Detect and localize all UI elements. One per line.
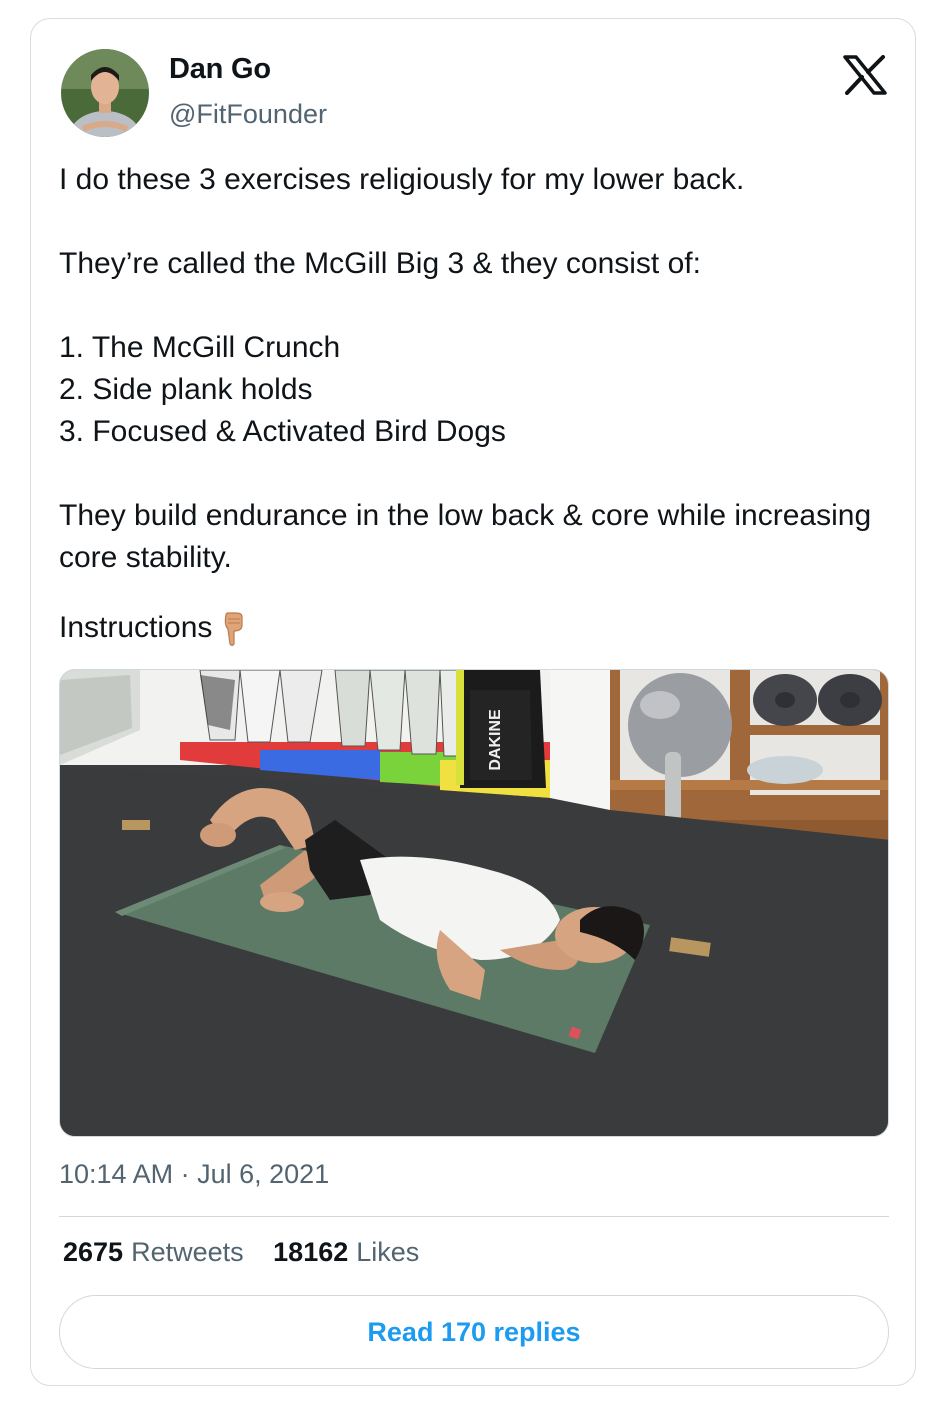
- retweets-label: Retweets: [131, 1237, 244, 1267]
- avatar-photo: [61, 49, 149, 137]
- tweet-line: 2. Side plank holds: [59, 373, 313, 406]
- tweet-time: 10:14 AM: [59, 1159, 174, 1189]
- tweet-line: They’re called the McGill Big 3 & they c…: [59, 247, 701, 280]
- tweet-line: 3. Focused & Activated Bird Dogs: [59, 415, 506, 448]
- read-replies-button[interactable]: Read 170 replies: [59, 1295, 889, 1369]
- likes-stat[interactable]: 18162 Likes: [273, 1237, 419, 1268]
- author-handle[interactable]: @FitFounder: [169, 99, 327, 130]
- author-display-name[interactable]: Dan Go: [169, 53, 271, 86]
- tweet-date: Jul 6, 2021: [197, 1159, 330, 1189]
- likes-label: Likes: [356, 1237, 420, 1267]
- retweets-count: 2675: [63, 1237, 124, 1267]
- video-thumbnail[interactable]: DAKINE: [59, 669, 889, 1137]
- bag-logo-text: DAKINE: [487, 709, 504, 771]
- tweet-timestamp[interactable]: 10:14 AM · Jul 6, 2021: [59, 1159, 329, 1190]
- backhand-index-pointing-down-icon: [218, 611, 248, 647]
- divider: [59, 1216, 889, 1217]
- tweet-line: I do these 3 exercises religiously for m…: [59, 163, 745, 196]
- engagement-stats: 2675 Retweets 18162 Likes: [63, 1237, 441, 1268]
- likes-count: 18162: [273, 1237, 349, 1267]
- tweet-text: I do these 3 exercises religiously for m…: [59, 159, 879, 649]
- retweets-stat[interactable]: 2675 Retweets: [63, 1237, 244, 1268]
- tweet-card: Dan Go @FitFounder I do these 3 exercise…: [30, 18, 916, 1386]
- timestamp-separator: ·: [180, 1159, 190, 1189]
- video-thumbnail-image: DAKINE: [60, 670, 888, 1136]
- x-logo-icon[interactable]: [843, 55, 887, 95]
- instructions-label: Instructions: [59, 611, 213, 644]
- tweet-line: They build endurance in the low back & c…: [59, 499, 872, 574]
- tweet-line: 1. The McGill Crunch: [59, 331, 341, 364]
- tweet-line-instructions: Instructions: [59, 607, 879, 649]
- avatar[interactable]: [61, 49, 149, 137]
